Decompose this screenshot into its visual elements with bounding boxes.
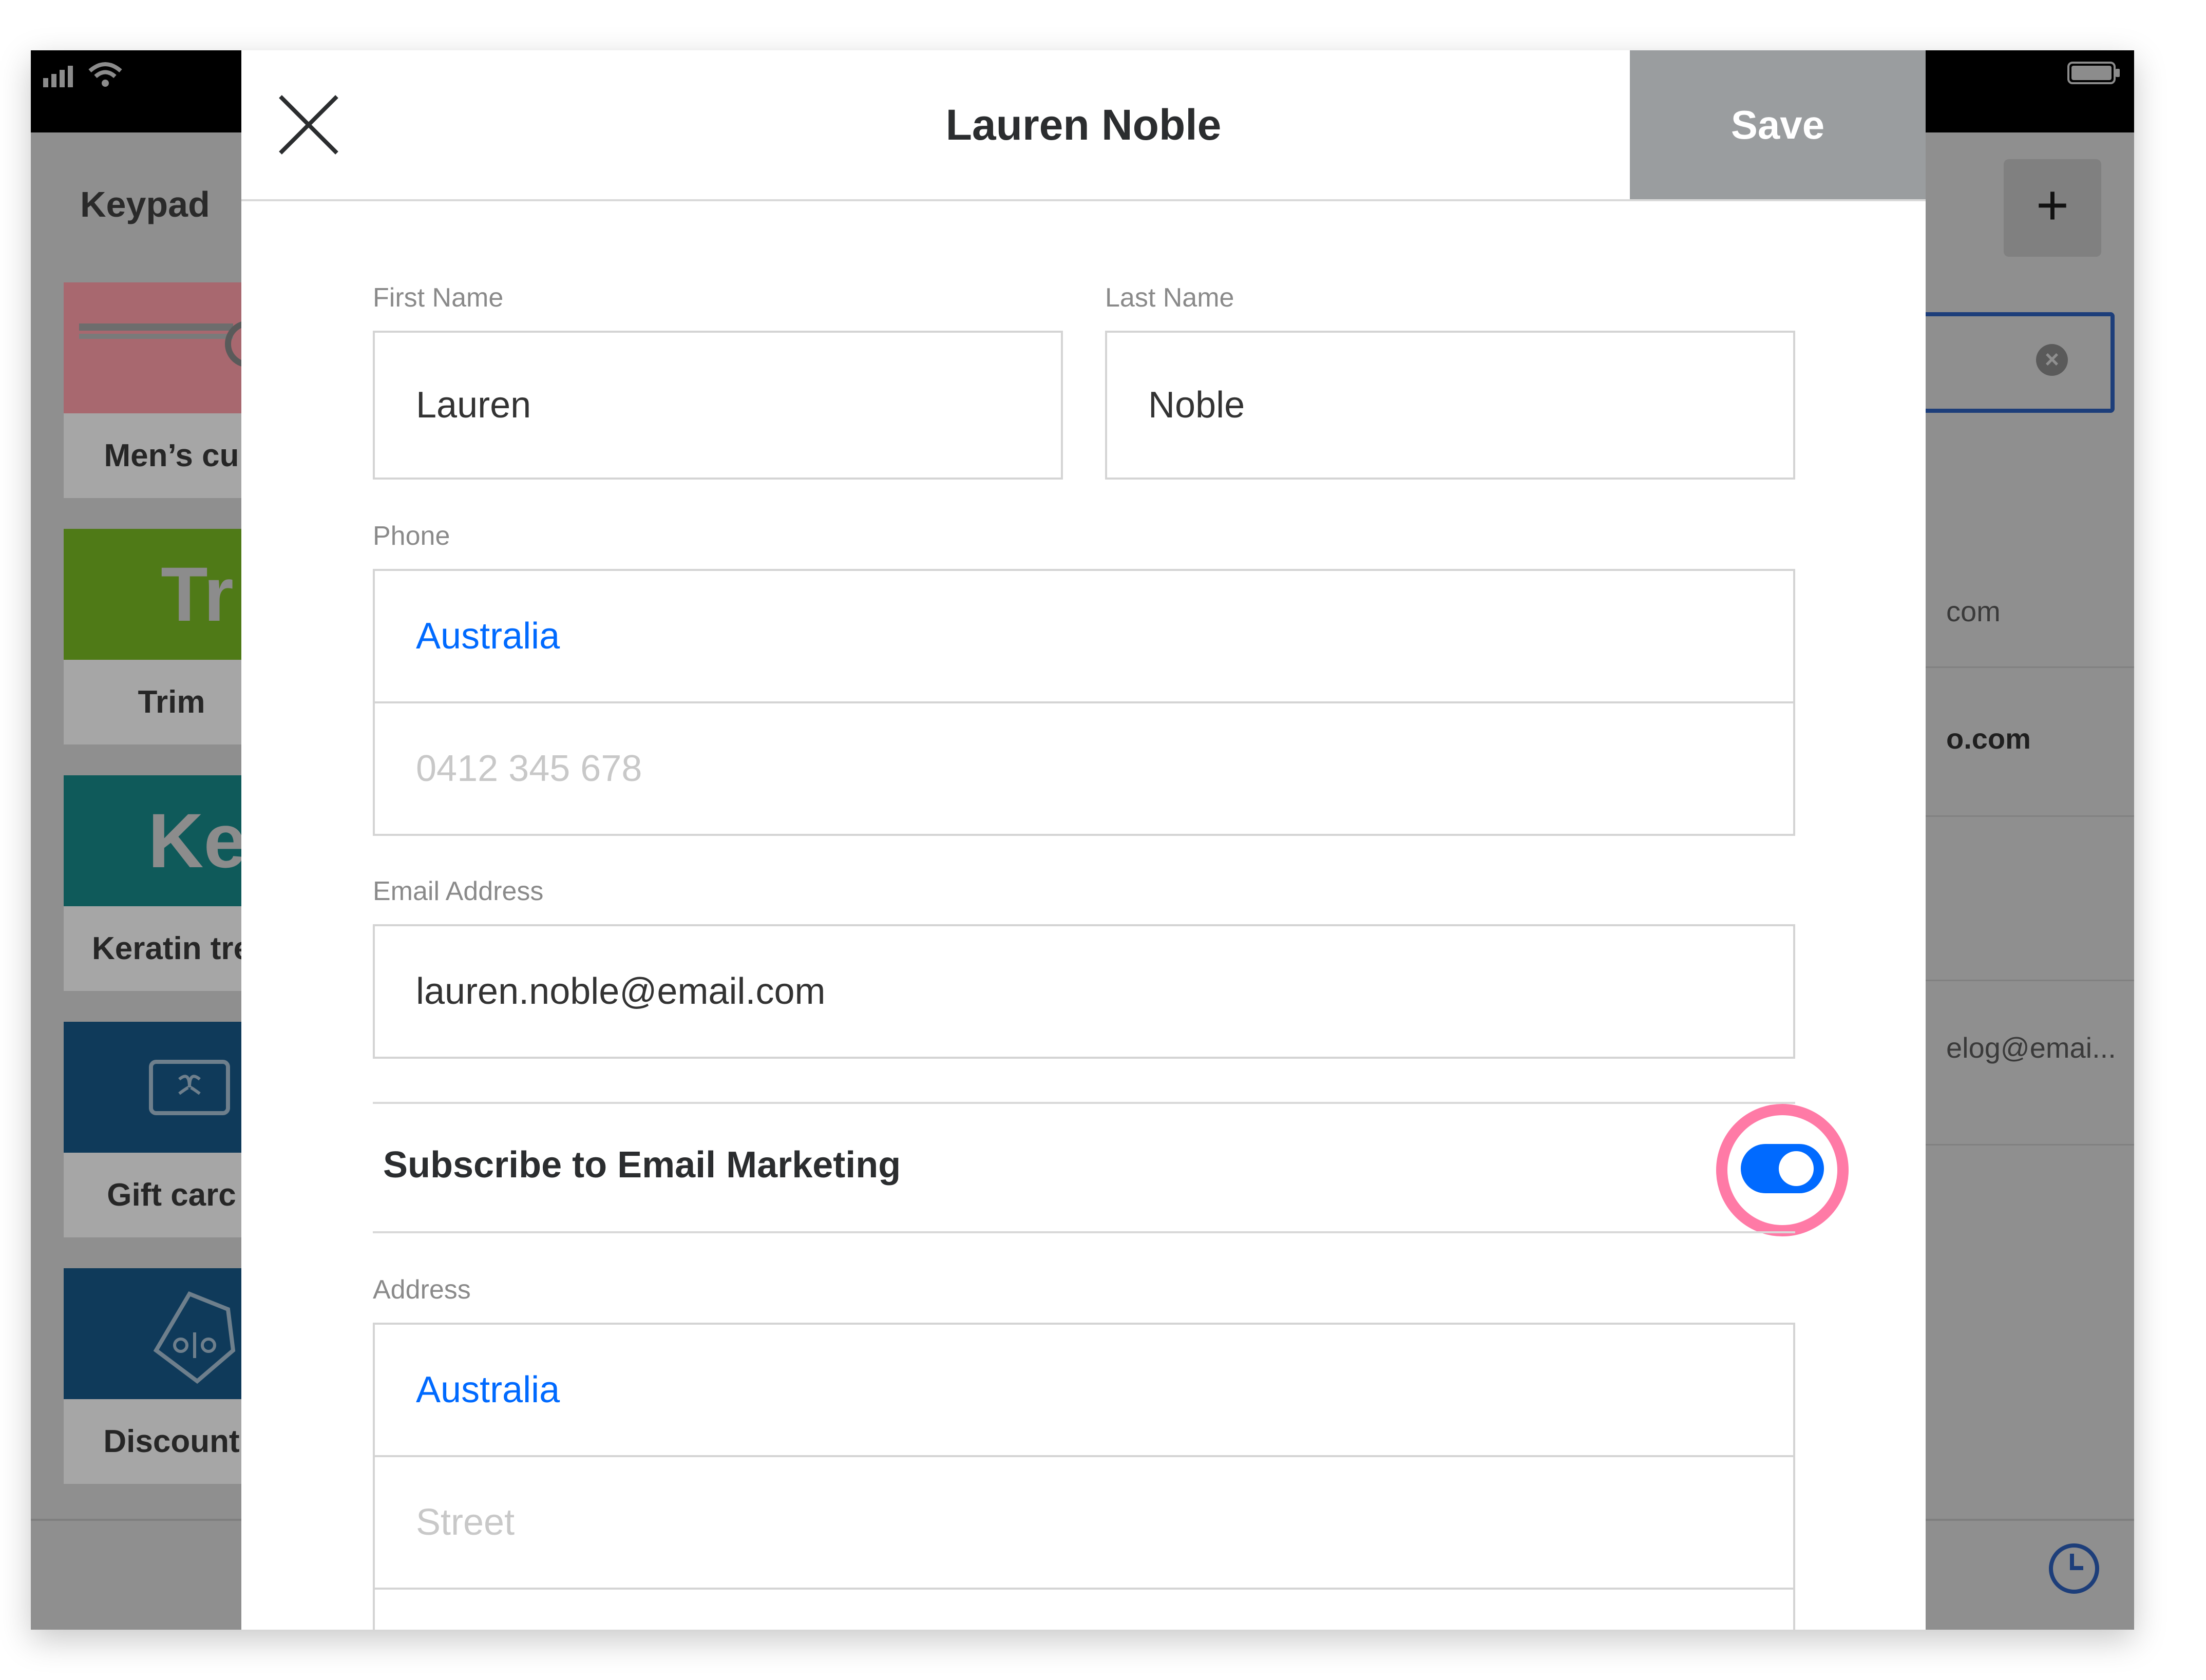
toggle-knob <box>1779 1151 1814 1186</box>
wifi-icon <box>88 62 122 87</box>
last-name-field[interactable]: Noble <box>1105 331 1795 480</box>
address-country-select[interactable]: Australia <box>373 1323 1795 1457</box>
address-label: Address <box>373 1275 471 1305</box>
first-name-label: First Name <box>373 283 504 313</box>
first-name-field[interactable]: Lauren <box>373 331 1063 480</box>
email-field[interactable]: lauren.noble@email.com <box>373 924 1795 1059</box>
list-item-email: com <box>1946 595 2001 627</box>
address-line-field[interactable] <box>373 1588 1795 1630</box>
phone-country-select[interactable]: Australia <box>373 569 1795 703</box>
phone-label: Phone <box>373 521 450 551</box>
phone-number-field[interactable]: 0412 345 678 <box>373 701 1795 836</box>
add-button[interactable]: + <box>2004 159 2101 257</box>
address-country-value: Australia <box>416 1369 560 1410</box>
signal-icon <box>43 66 73 87</box>
phone-country-value: Australia <box>416 616 560 657</box>
close-icon <box>279 95 338 155</box>
keypad-heading: Keypad <box>80 184 210 224</box>
clear-icon[interactable]: × <box>2036 344 2068 376</box>
street-placeholder: Street <box>416 1502 515 1543</box>
email-value: lauren.noble@email.com <box>416 971 826 1012</box>
phone-placeholder: 0412 345 678 <box>416 748 642 789</box>
section-divider <box>373 1231 1795 1233</box>
tablet-screen: Keypad Men’s cu Tr Trim Ke Keratin tre G… <box>31 50 2134 1630</box>
list-item-email: o.com <box>1946 722 2031 755</box>
section-divider <box>373 1102 1795 1104</box>
last-name-label: Last Name <box>1105 283 1234 313</box>
email-label: Email Address <box>373 876 544 906</box>
close-button[interactable] <box>275 91 342 158</box>
last-name-value: Noble <box>1148 385 1245 426</box>
customer-edit-modal: Lauren Noble Save First Name Last Name L… <box>241 50 1926 1630</box>
first-name-value: Lauren <box>416 385 531 426</box>
battery-icon <box>2067 62 2120 84</box>
plus-icon: + <box>2036 174 2069 237</box>
street-field[interactable]: Street <box>373 1455 1795 1590</box>
modal-header: Lauren Noble Save <box>241 50 1926 201</box>
clock-icon[interactable] <box>2049 1543 2099 1594</box>
list-item-email: elog@emai... <box>1946 1032 2116 1064</box>
save-button[interactable]: Save <box>1630 50 1926 199</box>
subscribe-label: Subscribe to Email Marketing <box>383 1144 901 1186</box>
